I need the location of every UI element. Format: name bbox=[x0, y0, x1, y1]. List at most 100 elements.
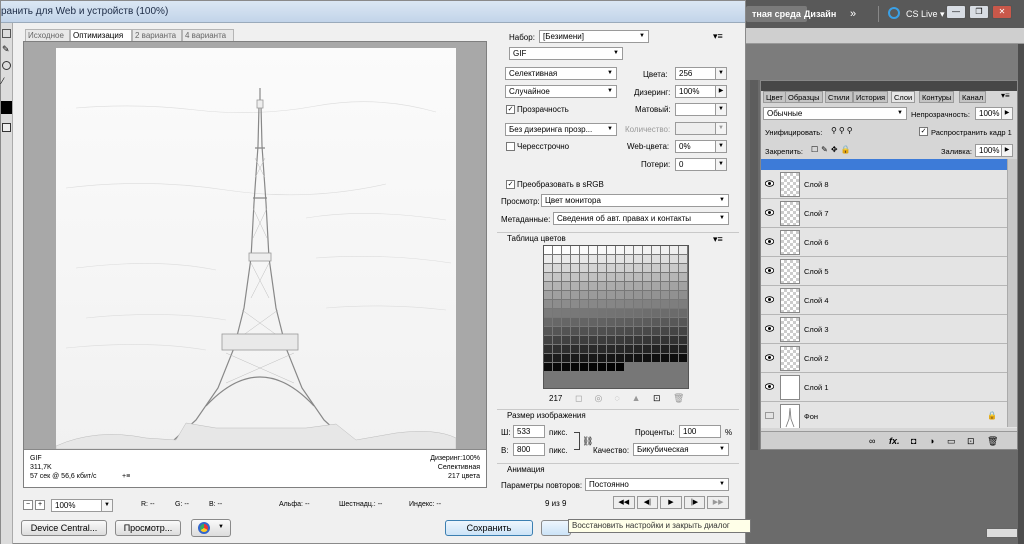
color-swatch[interactable] bbox=[553, 273, 561, 281]
color-swatch[interactable] bbox=[616, 354, 624, 362]
color-swatch[interactable] bbox=[634, 300, 642, 308]
layer-row[interactable]: Фон 🔒 bbox=[761, 402, 1017, 428]
color-swatch[interactable] bbox=[562, 282, 570, 290]
color-swatch[interactable] bbox=[544, 309, 552, 317]
tab-history[interactable]: История bbox=[853, 91, 889, 103]
color-swatch[interactable] bbox=[571, 318, 579, 326]
color-swatch[interactable] bbox=[571, 345, 579, 353]
color-swatch[interactable] bbox=[562, 318, 570, 326]
metadata-select[interactable]: Сведения об авт. правах и контакты ▼ bbox=[553, 212, 729, 225]
minimize-button[interactable]: — bbox=[946, 5, 966, 19]
color-table-tools[interactable]: ◻◎◌▲ bbox=[575, 393, 653, 404]
color-swatch[interactable] bbox=[643, 336, 651, 344]
blend-mode-select[interactable]: Обычные ▼ bbox=[763, 107, 907, 120]
color-swatch[interactable] bbox=[679, 309, 687, 317]
web-snap-input[interactable]: 0% ▼ bbox=[675, 140, 727, 153]
color-swatch[interactable] bbox=[544, 345, 552, 353]
color-swatch[interactable] bbox=[571, 282, 579, 290]
opacity-input[interactable]: 100% ▶ bbox=[975, 107, 1013, 120]
color-swatch[interactable] bbox=[580, 336, 588, 344]
color-swatch[interactable] bbox=[589, 246, 597, 254]
color-swatch[interactable] bbox=[544, 273, 552, 281]
color-swatch[interactable] bbox=[544, 336, 552, 344]
link-icon[interactable]: ∞ bbox=[869, 432, 875, 450]
tab-2up[interactable]: 2 варианта bbox=[132, 29, 182, 41]
color-swatch[interactable] bbox=[652, 291, 660, 299]
color-swatch[interactable] bbox=[589, 300, 597, 308]
restore-button[interactable]: ❐ bbox=[969, 5, 989, 19]
adjustment-icon[interactable]: ◑ bbox=[929, 432, 934, 450]
color-swatch[interactable] bbox=[562, 264, 570, 272]
eyedropper-tool-icon[interactable]: ⁄ bbox=[2, 77, 11, 86]
color-swatch[interactable] bbox=[679, 327, 687, 335]
color-swatch[interactable] bbox=[679, 291, 687, 299]
color-swatch[interactable] bbox=[580, 282, 588, 290]
layer-row[interactable]: Слой 6 bbox=[761, 228, 1017, 257]
cslive-button[interactable]: CS Live ▾ bbox=[900, 6, 951, 22]
color-swatch[interactable] bbox=[598, 300, 606, 308]
layer-row[interactable]: Слой 7 bbox=[761, 199, 1017, 228]
color-swatch[interactable] bbox=[616, 255, 624, 263]
visibility-eye-icon[interactable] bbox=[764, 325, 775, 332]
tab-layers[interactable]: Слои bbox=[891, 91, 916, 103]
color-swatch[interactable] bbox=[670, 291, 678, 299]
tab-4up[interactable]: 4 варианта bbox=[182, 29, 234, 41]
preset-select[interactable]: [Безимени] ▼ bbox=[539, 30, 649, 43]
color-swatch[interactable] bbox=[571, 363, 579, 371]
color-swatch[interactable] bbox=[670, 246, 678, 254]
color-swatch[interactable] bbox=[634, 327, 642, 335]
color-swatch[interactable] bbox=[670, 309, 678, 317]
color-swatch[interactable] bbox=[562, 300, 570, 308]
color-swatch[interactable] bbox=[616, 264, 624, 272]
color-swatch[interactable] bbox=[553, 345, 561, 353]
width-input[interactable]: 533 bbox=[513, 425, 545, 438]
color-swatch[interactable] bbox=[553, 363, 561, 371]
color-swatch[interactable] bbox=[634, 255, 642, 263]
dither-algorithm-select[interactable]: Случайное ▼ bbox=[505, 85, 617, 98]
color-swatch[interactable] bbox=[634, 264, 642, 272]
color-swatch[interactable] bbox=[643, 282, 651, 290]
color-swatch[interactable] bbox=[562, 255, 570, 263]
color-swatch[interactable] bbox=[625, 264, 633, 272]
color-swatch[interactable] bbox=[670, 327, 678, 335]
color-swatch[interactable] bbox=[562, 273, 570, 281]
color-swatch[interactable] bbox=[607, 309, 615, 317]
color-swatch[interactable] bbox=[679, 264, 687, 272]
color-swatch[interactable] bbox=[616, 273, 624, 281]
color-swatch[interactable] bbox=[625, 309, 633, 317]
color-swatch[interactable] bbox=[544, 300, 552, 308]
color-swatch[interactable] bbox=[580, 363, 588, 371]
color-swatch[interactable] bbox=[625, 255, 633, 263]
folder-icon[interactable]: ▭ bbox=[947, 432, 956, 450]
color-swatch[interactable] bbox=[580, 264, 588, 272]
color-swatch[interactable] bbox=[580, 291, 588, 299]
transparency-checkbox[interactable]: ✓ bbox=[506, 105, 515, 114]
color-swatch[interactable] bbox=[670, 255, 678, 263]
colors-select[interactable]: 256 ▼ bbox=[675, 67, 727, 80]
color-swatch[interactable] bbox=[571, 255, 579, 263]
color-swatch[interactable] bbox=[670, 282, 678, 290]
zoom-out-button[interactable]: − bbox=[23, 500, 33, 510]
visibility-eye-icon[interactable] bbox=[764, 267, 775, 274]
zoom-tool-icon[interactable] bbox=[2, 61, 11, 70]
color-swatch[interactable] bbox=[598, 345, 606, 353]
color-swatch[interactable] bbox=[661, 282, 669, 290]
color-swatch[interactable] bbox=[562, 309, 570, 317]
color-swatch[interactable] bbox=[625, 300, 633, 308]
color-swatch[interactable] bbox=[598, 336, 606, 344]
color-reduction-select[interactable]: Селективная ▼ bbox=[505, 67, 617, 80]
color-swatch[interactable] bbox=[679, 300, 687, 308]
last-frame-icon[interactable]: ▶▶ bbox=[707, 496, 729, 509]
color-swatch[interactable] bbox=[562, 354, 570, 362]
color-swatch[interactable] bbox=[679, 273, 687, 281]
save-button[interactable]: Сохранить bbox=[445, 520, 533, 536]
color-table-menu-icon[interactable]: ▾≡ bbox=[713, 234, 723, 245]
color-swatch[interactable] bbox=[634, 273, 642, 281]
color-swatch[interactable] bbox=[625, 327, 633, 335]
color-swatch[interactable] bbox=[607, 336, 615, 344]
color-swatch[interactable] bbox=[643, 309, 651, 317]
color-swatch[interactable] bbox=[571, 300, 579, 308]
color-swatch[interactable] bbox=[553, 264, 561, 272]
panel-collapse-button[interactable] bbox=[986, 528, 1018, 538]
color-swatch[interactable] bbox=[652, 246, 660, 254]
